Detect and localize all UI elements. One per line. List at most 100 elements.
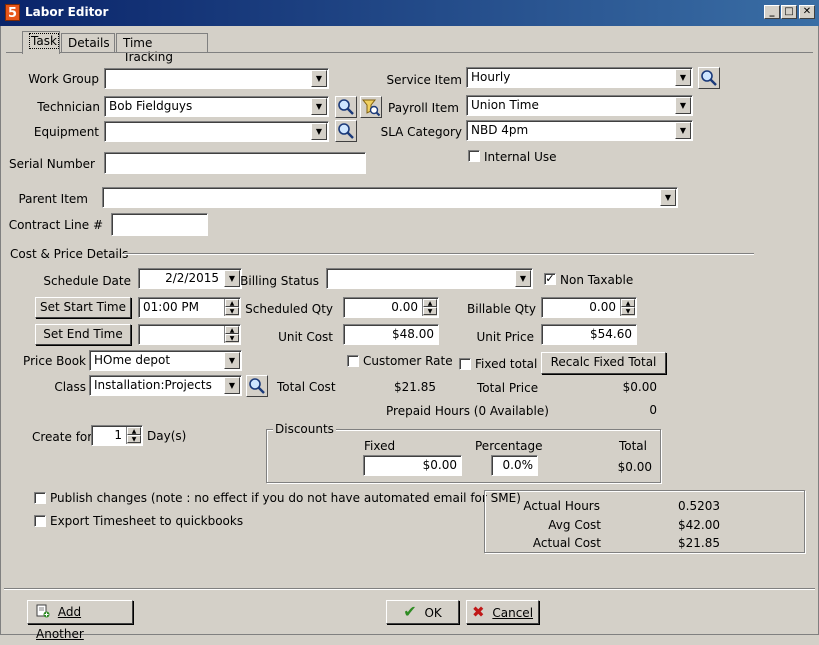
price-book-label: Price Book [23, 354, 86, 368]
discount-fixed-field[interactable]: $0.00 [363, 455, 462, 476]
set-start-time-button[interactable]: Set Start Time [35, 297, 131, 318]
add-another-button[interactable]: Add Another [27, 600, 133, 641]
cancel-button[interactable]: ✖ Cancel [466, 600, 539, 624]
check-icon: ✔ [403, 602, 417, 621]
technician-filter-button[interactable] [360, 96, 382, 118]
chevron-down-icon[interactable]: ▼ [224, 352, 240, 369]
equipment-combo[interactable]: ▼ [104, 121, 329, 142]
serial-number-field[interactable] [104, 152, 366, 174]
tab-task[interactable]: Task [22, 31, 60, 54]
service-item-search-button[interactable] [698, 67, 720, 89]
close-button[interactable]: ✕ [799, 5, 815, 19]
avg-cost-label: Avg Cost [548, 518, 601, 532]
tab-time-tracking[interactable]: Time Tracking [116, 33, 208, 64]
export-timesheet-checkbox[interactable] [34, 515, 46, 527]
section-divider [122, 253, 754, 255]
billable-qty-label: Billable Qty [467, 302, 536, 316]
sla-category-combo[interactable]: NBD 4pm ▼ [466, 120, 693, 141]
discount-total-label: Total [618, 439, 647, 453]
create-for-field[interactable]: 1 ▲ ▼ [91, 425, 143, 446]
technician-label: Technician [37, 100, 100, 114]
technician-combo[interactable]: Bob Fieldguys ▼ [104, 96, 329, 117]
class-label: Class [54, 380, 86, 394]
total-cost-label: Total Cost [277, 380, 336, 394]
add-document-icon [36, 604, 50, 618]
billable-qty-spinner[interactable]: ▲ ▼ [620, 299, 635, 316]
publish-changes-checkbox[interactable] [34, 492, 46, 504]
recalc-fixed-total-button[interactable]: Recalc Fixed Total [541, 352, 666, 374]
end-time-spinner[interactable]: ▲ ▼ [224, 326, 239, 343]
ok-button[interactable]: ✔ OK [386, 600, 459, 624]
chevron-down-icon[interactable]: ▼ [660, 189, 676, 206]
end-time-field[interactable]: ▲ ▼ [138, 324, 241, 345]
schedule-date-label: Schedule Date [43, 274, 131, 288]
start-time-spinner[interactable]: ▲ ▼ [224, 299, 239, 316]
internal-use-checkbox[interactable] [468, 150, 480, 162]
equipment-search-button[interactable] [335, 120, 357, 142]
actual-cost-label: Actual Cost [532, 536, 601, 550]
work-group-combo[interactable]: ▼ [104, 68, 329, 89]
serial-number-label: Serial Number [9, 157, 95, 171]
service-item-combo[interactable]: Hourly ▼ [466, 67, 693, 88]
window-title: Labor Editor [25, 5, 109, 19]
fixed-total-checkbox[interactable] [459, 358, 471, 370]
scheduled-qty-spinner[interactable]: ▲ ▼ [422, 299, 437, 316]
minimize-button[interactable]: _ [764, 5, 780, 19]
maximize-button[interactable]: □ [781, 5, 797, 19]
tab-divider [6, 52, 813, 53]
billable-qty-field[interactable]: 0.00 ▲ ▼ [541, 297, 637, 318]
contract-line-field[interactable] [111, 213, 208, 236]
price-book-combo[interactable]: HOme depot ▼ [89, 350, 242, 371]
set-end-time-button[interactable]: Set End Time [35, 324, 131, 345]
chevron-down-icon[interactable]: ▼ [675, 97, 691, 114]
prepaid-hours-value: 0 [649, 403, 657, 417]
non-taxable-label: Non Taxable [560, 273, 634, 287]
discount-percentage-label: Percentage [475, 439, 543, 453]
class-combo[interactable]: Installation:Projects ▼ [89, 375, 242, 396]
chevron-down-icon[interactable]: ▼ [515, 270, 531, 287]
chevron-down-icon[interactable]: ▼ [311, 70, 327, 87]
scheduled-qty-field[interactable]: 0.00 ▲ ▼ [343, 297, 439, 318]
search-icon [701, 70, 717, 86]
chevron-down-icon[interactable]: ▼ [311, 98, 327, 115]
parent-item-combo[interactable]: ▼ [102, 187, 678, 208]
payroll-item-combo[interactable]: Union Time ▼ [466, 95, 693, 116]
actual-hours-label: Actual Hours [523, 499, 600, 513]
unit-price-field[interactable]: $54.60 [541, 324, 637, 345]
search-icon [249, 378, 265, 394]
discount-percentage-field[interactable]: 0.0% [491, 455, 538, 476]
equipment-label: Equipment [33, 125, 99, 139]
non-taxable-checkbox[interactable]: ✓ [544, 273, 556, 285]
chevron-down-icon[interactable]: ▼ [675, 122, 691, 139]
publish-changes-label: Publish changes (note : no effect if you… [50, 491, 521, 505]
billing-status-label: Billing Status [240, 274, 319, 288]
discount-total-value: $0.00 [617, 460, 652, 474]
chevron-down-icon[interactable]: ▼ [311, 123, 327, 140]
prepaid-hours-label: Prepaid Hours (0 Available) [386, 404, 549, 418]
chevron-down-icon[interactable]: ▼ [675, 69, 691, 86]
chevron-down-icon[interactable]: ▼ [224, 377, 240, 394]
total-cost-value: $21.85 [394, 380, 436, 394]
billing-status-combo[interactable]: ▼ [326, 268, 533, 289]
create-for-unit: Day(s) [147, 429, 187, 443]
technician-search-button[interactable] [335, 96, 357, 118]
fixed-total-label: Fixed total [475, 357, 538, 371]
service-item-label: Service Item [386, 73, 462, 87]
actual-cost-value: $21.85 [678, 536, 720, 550]
contract-line-label: Contract Line # [8, 218, 103, 232]
customer-rate-checkbox[interactable] [347, 355, 359, 367]
internal-use-label: Internal Use [484, 150, 557, 164]
unit-cost-field[interactable]: $48.00 [343, 324, 439, 345]
cancel-x-icon: ✖ [471, 603, 485, 621]
chevron-down-icon[interactable]: ▼ [224, 270, 240, 287]
schedule-date-field[interactable]: 2/2/2015 ▼ [138, 268, 242, 289]
start-time-field[interactable]: 01:00 PM ▲ ▼ [138, 297, 241, 318]
cancel-label: Cancel [492, 606, 534, 620]
tab-details[interactable]: Details [61, 33, 115, 53]
create-for-spinner[interactable]: ▲ ▼ [126, 427, 141, 444]
parent-item-label: Parent Item [18, 192, 88, 206]
cost-price-section-title: Cost & Price Details [10, 247, 129, 261]
discounts-group [266, 429, 661, 483]
class-search-button[interactable] [246, 375, 268, 397]
avg-cost-value: $42.00 [678, 518, 720, 532]
